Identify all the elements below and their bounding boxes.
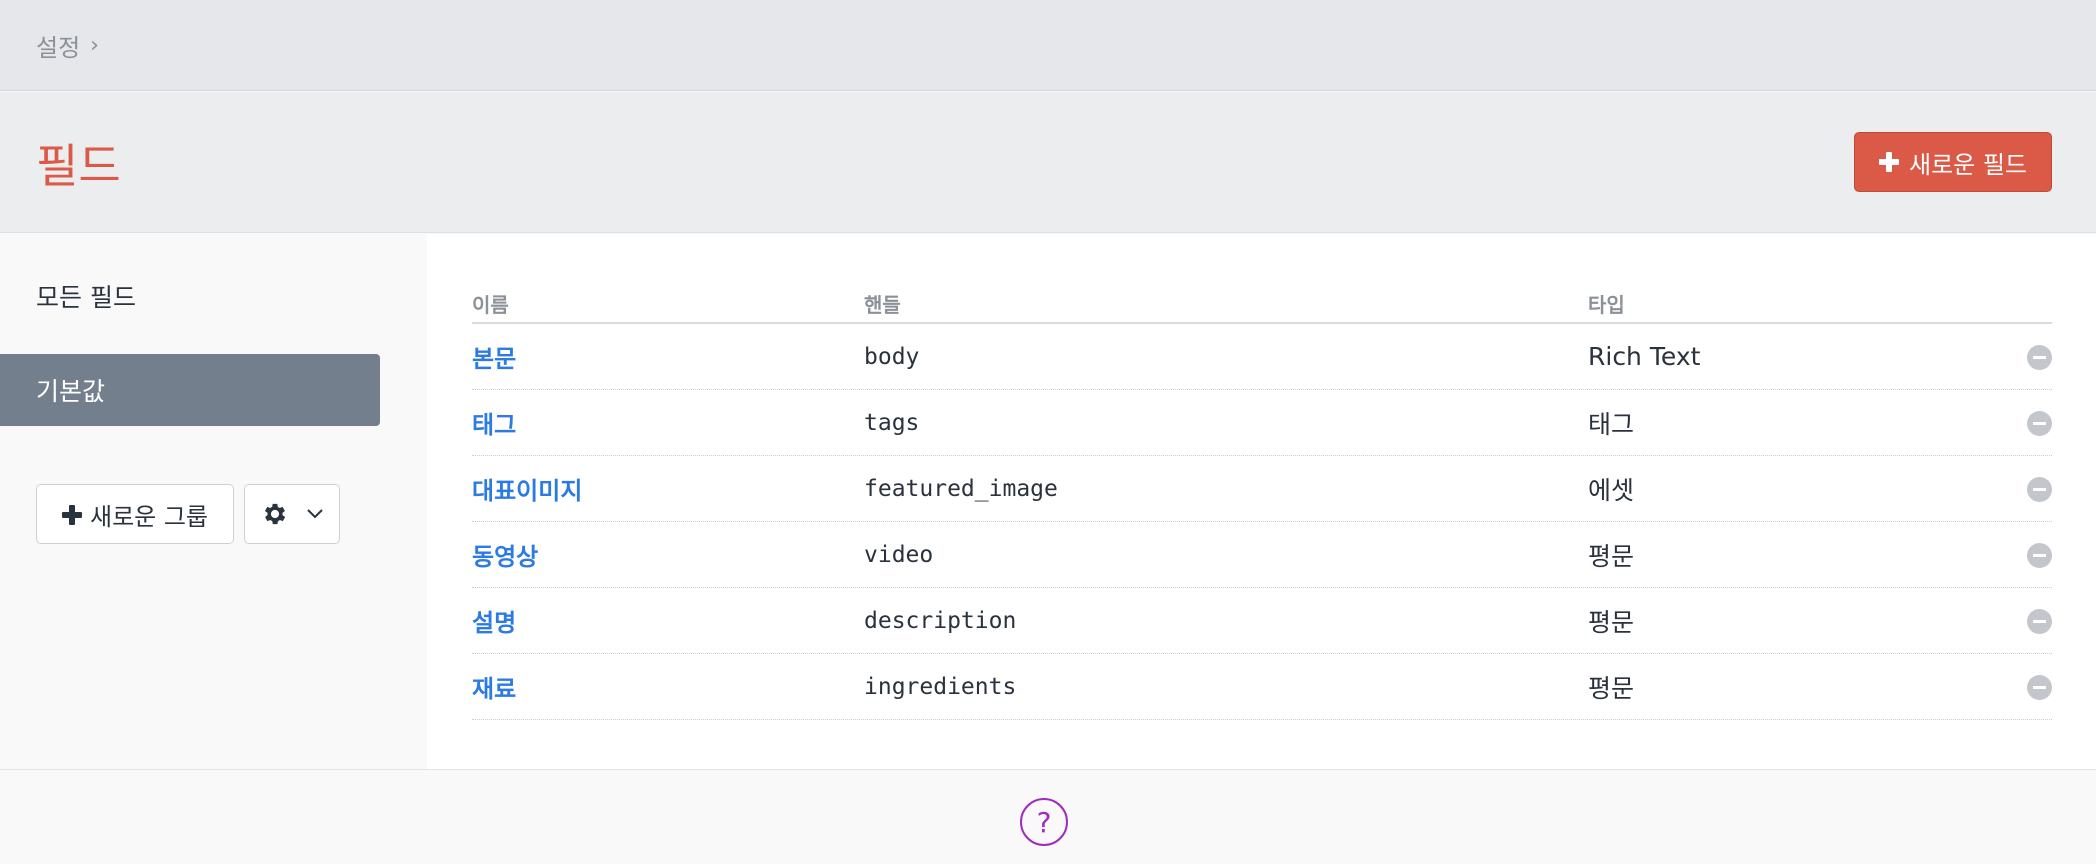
new-field-button[interactable]: 새로운 필드 xyxy=(1854,132,2052,192)
field-type: 평문 xyxy=(1588,673,1635,703)
field-name-link[interactable]: 설명 xyxy=(472,609,516,637)
remove-icon[interactable] xyxy=(2027,411,2052,436)
sidebar-item-all-fields[interactable]: 모든 필드 xyxy=(0,260,380,332)
field-type: Rich Text xyxy=(1588,342,1701,371)
chevron-right-icon: › xyxy=(90,32,99,58)
table-row: 대표이미지 featured_image 에셋 xyxy=(472,456,2052,522)
table-row: 본문 body Rich Text xyxy=(472,324,2052,390)
sidebar-item-label: 기본값 xyxy=(36,377,106,406)
footer: ? xyxy=(0,769,2096,864)
field-handle: video xyxy=(864,541,934,568)
page-title: 필드 xyxy=(36,139,121,193)
field-handle: body xyxy=(864,343,920,370)
field-handle: description xyxy=(864,607,1017,634)
remove-icon[interactable] xyxy=(2027,543,2052,568)
field-handle: tags xyxy=(864,409,920,436)
breadcrumb-settings[interactable]: 설정 xyxy=(36,28,80,63)
new-field-label: 새로운 필드 xyxy=(1908,150,2028,179)
table-row: 설명 description 평문 xyxy=(472,588,2052,654)
chevron-down-icon xyxy=(307,509,323,519)
table-row: 동영상 video 평문 xyxy=(472,522,2052,588)
new-group-label: 새로운 그룹 xyxy=(89,502,209,531)
page-header: 필드 새로운 필드 xyxy=(0,92,2096,233)
breadcrumb-bar: 설정 › xyxy=(0,0,2096,91)
field-name-link[interactable]: 본문 xyxy=(472,345,516,373)
sidebar-item-label: 모든 필드 xyxy=(36,283,136,312)
remove-icon[interactable] xyxy=(2027,477,2052,502)
gear-icon xyxy=(264,503,286,525)
column-header-type[interactable]: 타입 xyxy=(1588,289,2008,318)
fields-table: 이름 핸들 타입 본문 body Rich Text 태그 tags 태그 대표… xyxy=(472,284,2052,720)
group-settings-button[interactable] xyxy=(244,484,340,544)
field-type: 에셋 xyxy=(1588,475,1635,505)
column-header-name[interactable]: 이름 xyxy=(472,289,864,318)
remove-icon[interactable] xyxy=(2027,675,2052,700)
help-icon[interactable]: ? xyxy=(1020,798,1068,846)
column-header-handle[interactable]: 핸들 xyxy=(864,289,1588,318)
remove-icon[interactable] xyxy=(2027,609,2052,634)
field-name-link[interactable]: 대표이미지 xyxy=(472,477,582,505)
field-name-link[interactable]: 재료 xyxy=(472,675,516,703)
fields-panel: 이름 핸들 타입 본문 body Rich Text 태그 tags 태그 대표… xyxy=(427,234,2096,769)
field-name-link[interactable]: 태그 xyxy=(472,411,516,439)
table-row: 재료 ingredients 평문 xyxy=(472,654,2052,720)
field-type: 평문 xyxy=(1588,541,1635,571)
field-type: 평문 xyxy=(1588,607,1635,637)
remove-icon[interactable] xyxy=(2027,345,2052,370)
new-group-button[interactable]: 새로운 그룹 xyxy=(36,484,234,544)
field-handle: ingredients xyxy=(864,673,1017,700)
table-row: 태그 tags 태그 xyxy=(472,390,2052,456)
plus-icon xyxy=(61,505,82,525)
field-handle: featured_image xyxy=(864,475,1058,502)
sidebar-item-default[interactable]: 기본값 xyxy=(0,354,380,426)
plus-icon xyxy=(1878,152,1899,172)
field-name-link[interactable]: 동영상 xyxy=(472,543,538,571)
table-header: 이름 핸들 타입 xyxy=(472,284,2052,324)
field-type: 태그 xyxy=(1588,409,1635,439)
